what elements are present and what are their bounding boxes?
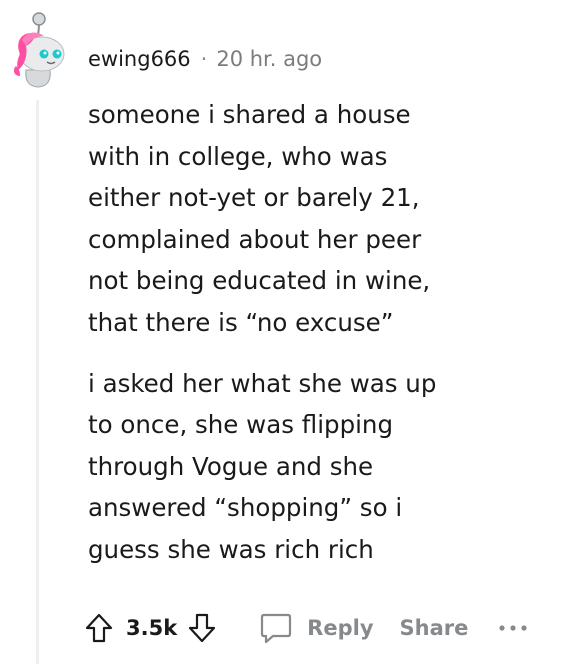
snoo-avatar-icon	[13, 12, 65, 88]
upvote-button[interactable]	[84, 612, 114, 644]
ellipsis-icon	[499, 625, 527, 631]
comment-body: someone i shared a house with in college…	[88, 94, 528, 571]
reply-label: Reply	[307, 616, 374, 640]
arrow-up-icon	[85, 613, 113, 643]
timestamp[interactable]: 20 hr. ago	[216, 47, 322, 71]
thread-line[interactable]	[36, 100, 39, 664]
more-options-button[interactable]	[498, 623, 528, 633]
comment-header: ewing666 · 20 hr. ago	[88, 44, 322, 74]
comment-paragraph: someone i shared a house with in college…	[88, 100, 431, 337]
avatar[interactable]	[6, 10, 70, 88]
comment-paragraph: i asked her what she was up to once, she…	[88, 368, 437, 564]
reply-button[interactable]: Reply	[259, 611, 374, 645]
separator-dot: ·	[200, 47, 208, 71]
comment-action-bar: 3.5k Reply Share	[84, 604, 528, 652]
username-link[interactable]: ewing666	[88, 47, 191, 71]
vote-score: 3.5k	[126, 616, 178, 640]
downvote-button[interactable]	[187, 612, 217, 644]
speech-bubble-icon	[261, 613, 292, 644]
share-button[interactable]: Share	[400, 616, 469, 640]
arrow-down-icon	[189, 613, 216, 643]
